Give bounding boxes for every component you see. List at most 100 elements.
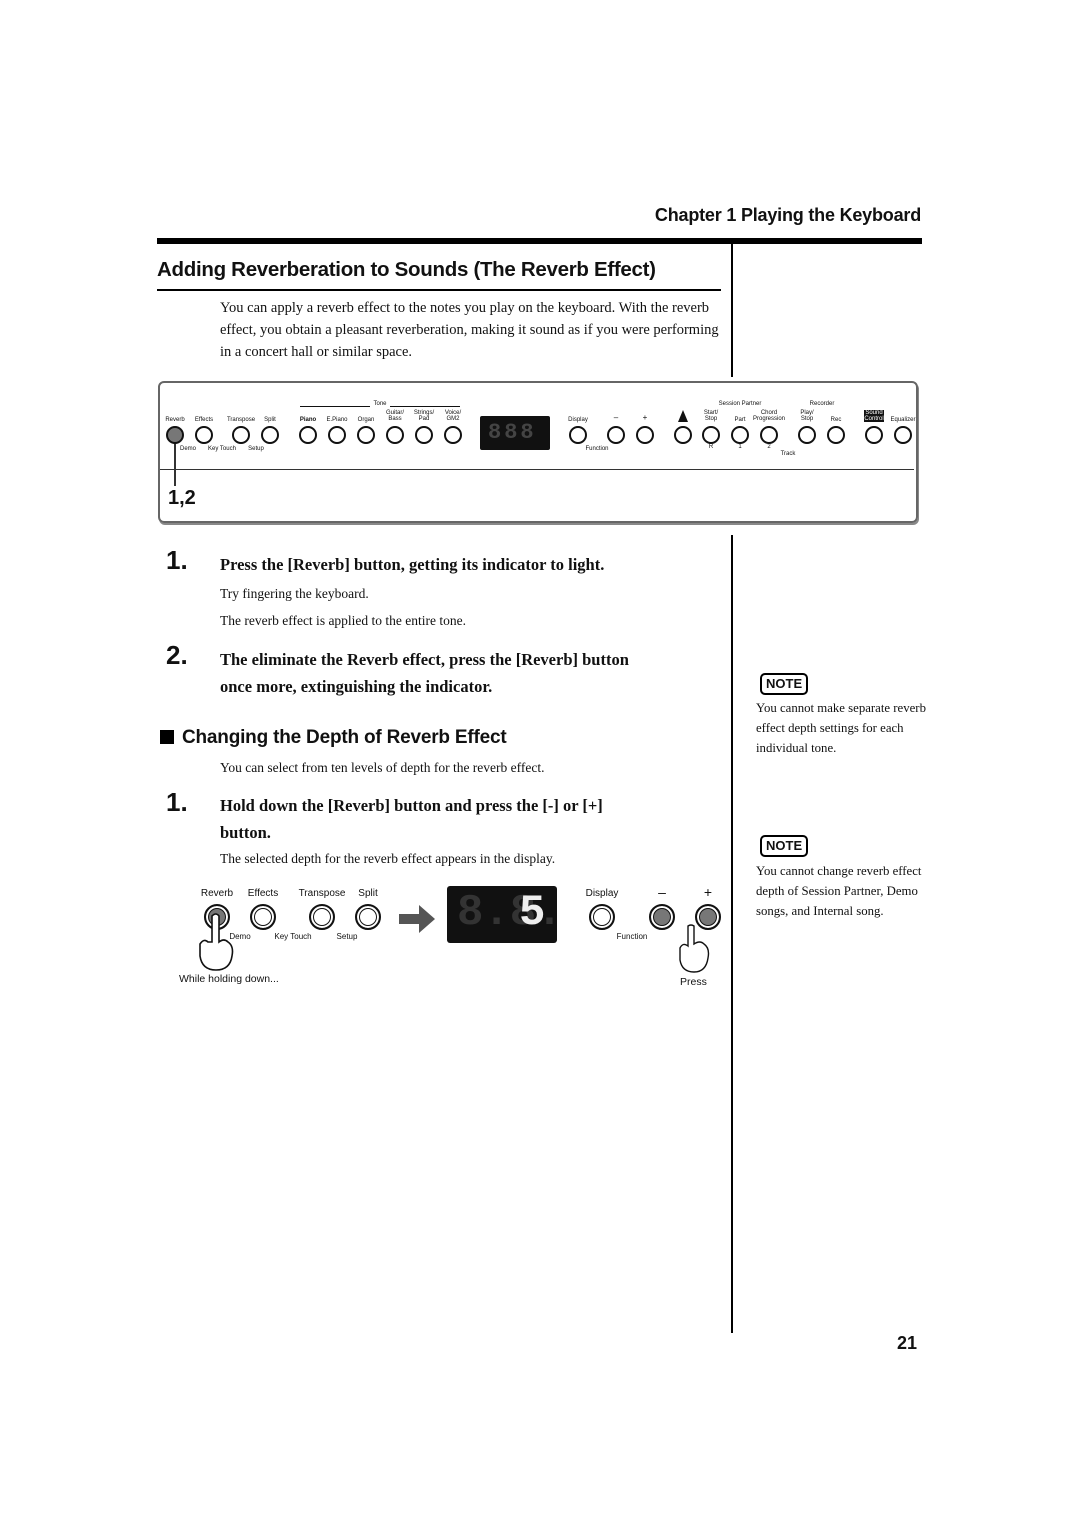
panel-label: Piano	[299, 417, 317, 423]
step-number: 1.	[166, 787, 188, 817]
panel-sublabel: R	[708, 444, 714, 450]
step-body: Try fingering the keyboard.	[220, 586, 369, 601]
led-display: 8.8. 5	[447, 886, 563, 943]
panel-label: E.Piano	[326, 417, 348, 423]
led-digit-value: 5	[519, 888, 546, 938]
subsection-intro: You can select from ten levels of depth …	[220, 760, 545, 775]
panel-label: Guitar/ Bass	[385, 410, 404, 422]
panel-play-stop-button[interactable]	[798, 426, 816, 444]
section-underline	[157, 289, 721, 291]
panel-sublabel: Function	[585, 446, 609, 452]
panel-metronome-button[interactable]	[674, 426, 692, 444]
illus-label: –	[658, 884, 666, 900]
note-badge: NOTE	[760, 835, 809, 857]
margin-rule	[731, 244, 733, 377]
panel-sublabel: Key Touch	[208, 446, 236, 452]
panel-voice-gm2-button[interactable]	[444, 426, 462, 444]
panel-label: Part	[734, 417, 746, 423]
led-digit-off: 8.8.	[457, 888, 563, 938]
panel-epiano-button[interactable]	[328, 426, 346, 444]
illus-sublabel: Setup	[336, 932, 358, 941]
panel-part-button[interactable]	[731, 426, 749, 444]
panel-reverb-button[interactable]	[166, 426, 184, 444]
panel-label: Rec	[830, 417, 842, 423]
panel-label: Effects	[194, 417, 214, 423]
panel-label: Equalizer	[890, 417, 916, 423]
step-number: 1.	[166, 545, 188, 575]
square-bullet-icon	[160, 730, 174, 744]
panel-sublabel: 2	[767, 444, 771, 450]
panel-sublabel: 1	[738, 444, 742, 450]
illus-display-button[interactable]	[589, 904, 615, 930]
panel-label: Split	[264, 417, 276, 423]
illus-label: Transpose	[298, 888, 346, 899]
panel-organ-button[interactable]	[357, 426, 375, 444]
callout-line	[174, 440, 176, 486]
panel-display-button[interactable]	[569, 426, 587, 444]
illus-sublabel: Function	[616, 932, 648, 941]
caption-press: Press	[680, 976, 707, 988]
illus-transpose-button[interactable]	[309, 904, 335, 930]
illus-minus-button[interactable]	[649, 904, 675, 930]
panel-plus-button[interactable]	[636, 426, 654, 444]
step-body: The reverb effect is applied to the enti…	[220, 613, 467, 628]
caption-holding: While holding down...	[179, 973, 279, 985]
step-number: 2.	[166, 640, 188, 670]
panel-chord-progression-button[interactable]	[760, 426, 778, 444]
panel-label: Sound Control	[864, 410, 884, 422]
step-title: once more, extinguishing the indicator.	[220, 677, 493, 696]
section-title: Adding Reverberation to Sounds (The Reve…	[157, 258, 656, 281]
panel-divider	[160, 469, 914, 470]
panel-rec-button[interactable]	[827, 426, 845, 444]
panel-label: –	[613, 413, 619, 422]
step-body: The selected depth for the reverb effect…	[220, 851, 556, 866]
panel-minus-button[interactable]	[607, 426, 625, 444]
panel-equalizer-button[interactable]	[894, 426, 912, 444]
panel-label: Transpose	[226, 417, 256, 423]
note-badge: NOTE	[760, 673, 809, 695]
step-title: button.	[220, 823, 271, 842]
panel-piano-button[interactable]	[299, 426, 317, 444]
group-label-tone: Tone	[373, 401, 387, 407]
illus-label: +	[703, 884, 713, 900]
subsection-title: Changing the Depth of Reverb Effect	[160, 727, 507, 749]
panel-start-stop-button[interactable]	[702, 426, 720, 444]
illus-sublabel: Key Touch	[274, 932, 312, 941]
illus-label: Split	[358, 888, 378, 899]
metronome-icon	[678, 410, 688, 422]
panel-label: Reverb	[165, 417, 185, 423]
panel-step-label: 1,2	[168, 487, 196, 509]
panel-label: +	[642, 413, 648, 422]
panel-transpose-button[interactable]	[232, 426, 250, 444]
panel-label: Play/ Stop	[800, 410, 814, 422]
control-panel-illustration	[158, 381, 918, 523]
illus-label: Reverb	[200, 888, 234, 899]
arrow-right-icon	[399, 905, 435, 933]
hand-pointer-icon	[199, 913, 234, 971]
panel-led-display: 888	[480, 416, 550, 450]
panel-strings-pad-button[interactable]	[415, 426, 433, 444]
panel-guitar-bass-button[interactable]	[386, 426, 404, 444]
group-label-recorder: Recorder	[809, 401, 835, 407]
note-text: You cannot make separate reverb effect d…	[756, 701, 926, 755]
illus-label: Effects	[247, 888, 279, 899]
subsection-title-text: Changing the Depth of Reverb Effect	[182, 727, 507, 748]
illus-split-button[interactable]	[355, 904, 381, 930]
panel-label: Organ	[357, 417, 375, 423]
note-text: You cannot change reverb effect depth of…	[756, 864, 922, 918]
group-line	[390, 406, 460, 407]
panel-effects-button[interactable]	[195, 426, 213, 444]
step-title: Hold down the [Reverb] button and press …	[220, 796, 603, 815]
panel-label: Chord Progression	[752, 410, 785, 422]
header-rule	[157, 238, 922, 244]
page-number: 21	[897, 1333, 918, 1353]
panel-sound-control-button[interactable]	[865, 426, 883, 444]
step-title: The eliminate the Reverb effect, press t…	[220, 650, 629, 669]
section-intro: You can apply a reverb effect to the not…	[220, 300, 719, 360]
hand-pointer-icon	[679, 924, 710, 973]
illus-effects-button[interactable]	[250, 904, 276, 930]
panel-split-button[interactable]	[261, 426, 279, 444]
panel-label: Display	[568, 417, 588, 423]
panel-sublabel: Track	[780, 451, 796, 457]
panel-sublabel: Setup	[248, 446, 264, 452]
